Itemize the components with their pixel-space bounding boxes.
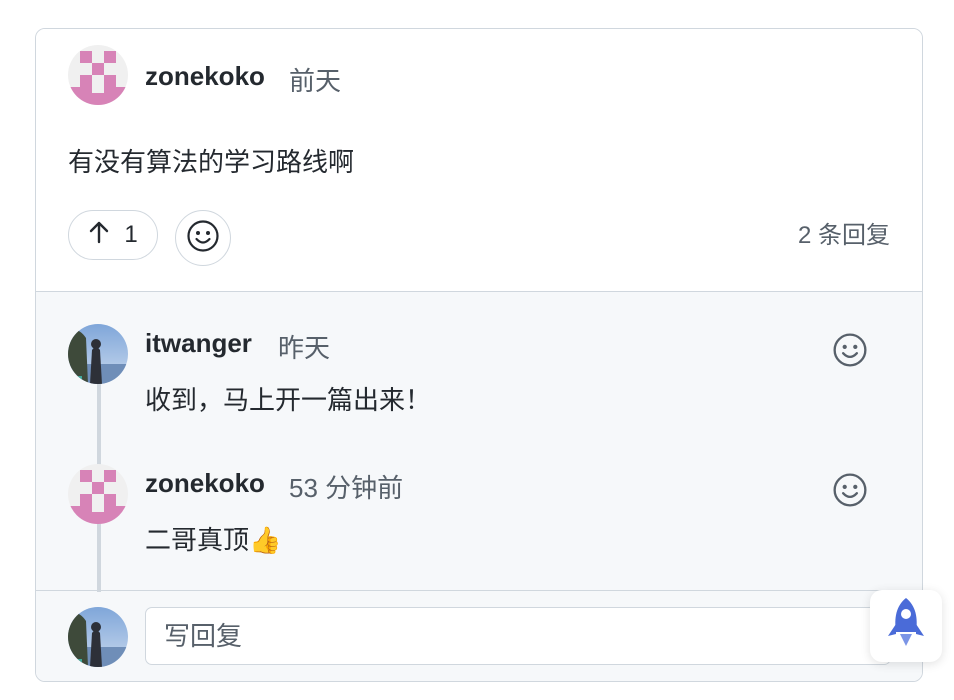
reply-count: 2 条回复 — [797, 222, 890, 249]
avatar-identicon[interactable] — [68, 45, 128, 105]
reply-author[interactable]: zonekoko — [145, 468, 265, 499]
reply-time[interactable]: 昨天 — [278, 328, 330, 365]
main-comment: zonekoko 前天 有没有算法的学习路线啊 1 2 条回复 — [36, 29, 922, 291]
smiley-icon — [186, 219, 220, 258]
reply-thread: itwanger 昨天 收到，马上开一篇出来！ zonekoko 53 分钟前 … — [36, 291, 922, 681]
avatar-identicon[interactable] — [68, 464, 128, 524]
comment-body: 有没有算法的学习路线啊 — [68, 147, 355, 177]
reply-body: 二哥真顶👍 — [145, 525, 282, 555]
reply-author[interactable]: itwanger — [145, 328, 252, 359]
avatar-photo[interactable] — [68, 324, 128, 384]
rocket-icon — [886, 596, 926, 657]
comment-time[interactable]: 前天 — [289, 61, 341, 98]
reply-body: 收到，马上开一篇出来！ — [145, 385, 432, 415]
upvote-button[interactable]: 1 — [68, 210, 158, 260]
smiley-icon[interactable] — [832, 332, 868, 368]
arrow-up-icon — [88, 220, 110, 251]
reply-composer — [36, 590, 922, 681]
upvote-count: 1 — [124, 221, 138, 248]
comment-author[interactable]: zonekoko — [145, 61, 265, 92]
comment-card: zonekoko 前天 有没有算法的学习路线啊 1 2 条回复 itwanger… — [35, 28, 923, 682]
back-to-top-button[interactable] — [870, 590, 942, 662]
reply-input[interactable] — [145, 607, 891, 665]
reply-time[interactable]: 53 分钟前 — [289, 468, 403, 505]
avatar-photo[interactable] — [68, 607, 128, 667]
smiley-icon[interactable] — [832, 472, 868, 508]
add-reaction-button[interactable] — [175, 210, 231, 266]
